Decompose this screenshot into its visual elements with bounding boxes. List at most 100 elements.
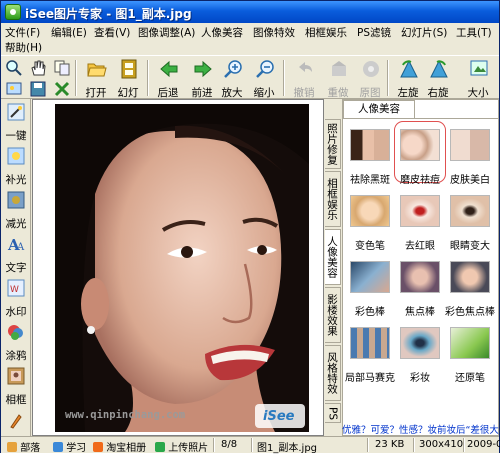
- effect-color-pen[interactable]: 变色笔: [345, 189, 395, 255]
- learn-icon: [53, 442, 63, 452]
- effect-mosaic[interactable]: 局部马赛克: [345, 321, 395, 387]
- effect-thumbnail: [350, 129, 390, 161]
- menu-effects[interactable]: 图像特效: [253, 25, 295, 40]
- portrait-photo: iSee: [55, 104, 309, 432]
- status-tribe[interactable]: 部落: [7, 439, 40, 454]
- effect-thumbnail: [400, 261, 440, 293]
- menu-edit[interactable]: 编辑(E): [51, 25, 87, 40]
- effect-red-eye[interactable]: 去红眼: [395, 189, 445, 255]
- tip-link[interactable]: 优雅？可爱？性感？妆前妆后“差很大”: [342, 422, 499, 436]
- tab-portrait-beauty-label: 人像美容: [326, 236, 338, 278]
- hand-tool-icon[interactable]: [29, 59, 47, 77]
- back-button[interactable]: 后退: [151, 56, 185, 100]
- rotate-right-button[interactable]: 右旋: [421, 56, 455, 100]
- effect-thumbnail: [450, 327, 490, 359]
- tribe-label: 部落: [20, 443, 41, 454]
- fill-light-icon: [7, 147, 25, 165]
- tab-studio-effects-label: 影楼效果: [326, 294, 338, 336]
- folder-open-icon: [87, 63, 107, 77]
- effect-color-stick[interactable]: 彩色棒: [345, 255, 395, 321]
- zoom-in-icon: [224, 60, 242, 78]
- reduce-light-button[interactable]: 减光: [1, 189, 31, 233]
- status-learn[interactable]: 学习: [53, 439, 86, 454]
- menu-slideshow[interactable]: 幻灯片(S): [401, 25, 447, 40]
- effect-smooth-skin[interactable]: 磨皮祛痘: [394, 121, 446, 189]
- effect-color-focus-stick[interactable]: 彩色焦点棒: [445, 255, 495, 321]
- save-tool-icon[interactable]: [29, 80, 47, 98]
- panel-tab-portrait[interactable]: 人像美容: [343, 100, 415, 118]
- size-button[interactable]: 大小: [461, 56, 495, 100]
- status-taobao-album[interactable]: 淘宝相册: [93, 439, 146, 454]
- menu-frames[interactable]: 相框娱乐: [305, 25, 347, 40]
- taobao-icon: [93, 442, 103, 452]
- fill-light-button[interactable]: 补光: [1, 145, 31, 189]
- original-label: 原图: [359, 87, 381, 99]
- app-window: iSee图片专家 - 图1_副本.jpg 文件(F) 编辑(E) 查看(V) 图…: [0, 0, 500, 454]
- menu-portrait[interactable]: 人像美容: [201, 25, 243, 40]
- upload-icon: [155, 442, 165, 452]
- undo-icon: [299, 62, 312, 72]
- svg-text:W: W: [10, 285, 19, 295]
- title-bar[interactable]: iSee图片专家 - 图1_副本.jpg: [1, 1, 499, 23]
- effect-focus-stick[interactable]: 焦点棒: [395, 255, 445, 321]
- menu-ps-filters[interactable]: PS滤镜: [357, 25, 391, 40]
- status-date: 2009-05: [467, 439, 500, 450]
- copy-tool-icon[interactable]: [53, 59, 71, 77]
- effect-thumbnail: [400, 327, 440, 359]
- effect-label: 眼睛变大: [450, 241, 490, 252]
- one-click-button[interactable]: 一键: [1, 101, 31, 145]
- zoom-out-button[interactable]: 缩小: [247, 56, 281, 100]
- menu-tools[interactable]: 工具(T): [456, 25, 492, 40]
- tab-photo-repair[interactable]: 照片修复: [325, 119, 341, 169]
- menu-view[interactable]: 查看(V): [94, 25, 130, 40]
- tab-frame-fun-label: 相框娱乐: [326, 178, 338, 220]
- tab-frame-fun[interactable]: 相框娱乐: [325, 171, 341, 227]
- tab-ps[interactable]: PS: [325, 403, 341, 423]
- effect-label: 还原笔: [455, 373, 485, 384]
- menu-file[interactable]: 文件(F): [5, 25, 40, 40]
- text-label: 文字: [5, 262, 27, 274]
- zoom-out-label: 缩小: [253, 87, 275, 99]
- image-canvas[interactable]: iSee: [32, 99, 324, 436]
- tab-portrait-beauty[interactable]: 人像美容: [325, 229, 341, 285]
- tab-style-effects[interactable]: 风格特效: [325, 345, 341, 401]
- portrait-image: [55, 104, 309, 432]
- status-upload-photo[interactable]: 上传照片: [155, 439, 208, 454]
- rotate-right-label: 右旋: [427, 87, 449, 99]
- effects-grid: 祛除黑斑 磨皮祛痘 皮肤美白 变色笔 去红眼 眼睛变大 彩色棒 焦点棒 彩色焦点…: [343, 118, 498, 435]
- effect-whiten-skin[interactable]: 皮肤美白: [445, 123, 495, 189]
- menu-help[interactable]: 帮助(H): [5, 40, 42, 55]
- slideshow-button[interactable]: 幻灯: [111, 56, 145, 100]
- effect-thumbnail: [450, 261, 490, 293]
- arrow-right-icon: [194, 60, 212, 78]
- effect-enlarge-eyes[interactable]: 眼睛变大: [445, 189, 495, 255]
- menu-bar: 文件(F) 编辑(E) 查看(V) 图像调整(A) 人像美容 图像特效 相框娱乐…: [1, 23, 499, 55]
- tribe-icon: [7, 442, 17, 452]
- upload-label: 上传照片: [168, 443, 209, 454]
- browse-tool-icon[interactable]: [5, 80, 23, 98]
- effect-thumbnail: [450, 129, 490, 161]
- zoom-out-icon: [256, 60, 274, 78]
- undo-button[interactable]: 撤销: [287, 56, 321, 100]
- effect-makeup[interactable]: 彩妆: [395, 321, 445, 387]
- status-filesize: 23 KB: [375, 439, 405, 450]
- watermark-button[interactable]: W 水印: [1, 277, 31, 321]
- effect-remove-spots[interactable]: 祛除黑斑: [345, 123, 395, 189]
- photo-frame-icon: [7, 367, 25, 385]
- delete-tool-icon[interactable]: [53, 80, 71, 98]
- reduce-light-label: 减光: [5, 218, 27, 230]
- zoom-tool-icon[interactable]: [5, 59, 23, 77]
- effect-thumbnail: [450, 195, 490, 227]
- original-button[interactable]: 原图: [353, 56, 387, 100]
- text-button[interactable]: AA 文字: [1, 233, 31, 277]
- slideshow-label: 幻灯: [117, 87, 139, 99]
- reduce-light-icon: [7, 191, 25, 209]
- menu-image-adjust[interactable]: 图像调整(A): [138, 25, 195, 40]
- tab-studio-effects[interactable]: 影楼效果: [325, 287, 341, 343]
- frame-button[interactable]: 相框: [1, 365, 31, 409]
- doodle-button[interactable]: 涂鸦: [1, 321, 31, 365]
- rotate-left-icon: [400, 59, 418, 78]
- doodle-label: 涂鸦: [5, 350, 27, 362]
- effect-restore-pen[interactable]: 还原笔: [445, 321, 495, 387]
- paint-brush-icon: [10, 414, 22, 429]
